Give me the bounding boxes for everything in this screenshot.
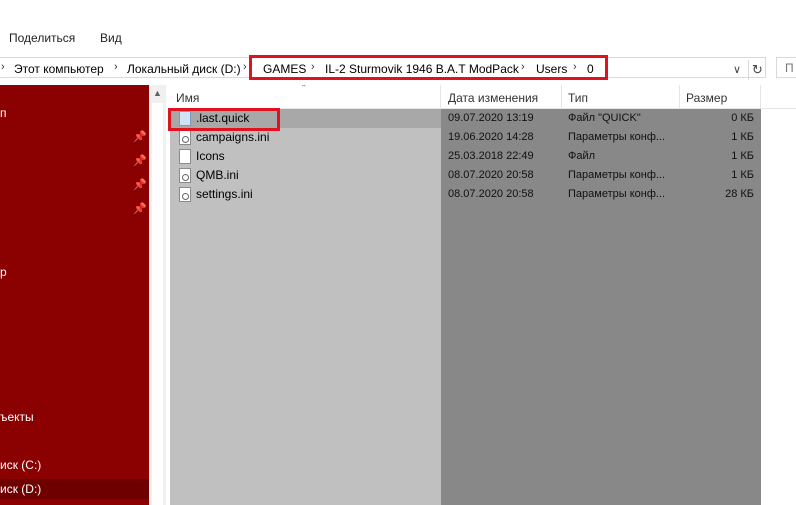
column-size[interactable]: Размер [680, 85, 761, 109]
file-date: 25.03.2018 22:49 [448, 150, 534, 162]
nav-item-3d-objects[interactable]: ъекты [0, 407, 34, 427]
file-date: 08.07.2020 20:58 [448, 188, 534, 200]
breadcrumb-this-pc[interactable]: Этот компьютер [14, 62, 104, 76]
table-row[interactable]: settings.ini 08.07.2020 20:58 Параметры … [170, 185, 796, 204]
file-size: 1 КБ [731, 131, 754, 143]
chevron-right-icon[interactable]: › [1, 61, 5, 73]
table-row[interactable]: QMB.ini 08.07.2020 20:58 Параметры конф.… [170, 166, 796, 185]
chevron-right-icon[interactable]: › [243, 61, 247, 73]
address-bar: › Этот компьютер › Локальный диск (D:) ›… [0, 55, 796, 80]
pin-icon: 📌 [133, 155, 147, 167]
refresh-icon[interactable]: ↻ [748, 60, 766, 80]
column-header: ⌃ Имя Дата изменения Тип Размер [170, 85, 796, 109]
file-list: ⌃ Имя Дата изменения Тип Размер .last.qu… [170, 85, 796, 505]
file-date: 08.07.2020 20:58 [448, 169, 534, 181]
table-row[interactable]: Icons 25.03.2018 22:49 Файл 1 КБ [170, 147, 796, 166]
file-type: Файл [568, 150, 596, 162]
nav-item-1[interactable]: п [0, 103, 7, 123]
column-date[interactable]: Дата изменения [442, 85, 562, 109]
file-size: 1 КБ [731, 169, 754, 181]
file-highlight-annotation [168, 108, 280, 131]
file-size: 1 КБ [731, 150, 754, 162]
path-highlight-annotation [249, 55, 608, 80]
file-icon [179, 149, 191, 164]
breadcrumb-local-disk[interactable]: Локальный диск (D:) [127, 62, 241, 76]
file-date: 09.07.2020 13:19 [448, 112, 534, 124]
view-tab[interactable]: Вид [100, 31, 122, 45]
file-type: Параметры конф... [568, 131, 666, 143]
nav-item-disk-c[interactable]: иск (C:) [0, 455, 41, 475]
scroll-up-icon[interactable]: ▲ [153, 88, 162, 98]
pin-icon: 📌 [133, 203, 147, 215]
file-name[interactable]: Icons [196, 147, 225, 166]
column-name[interactable]: Имя [170, 85, 441, 109]
scrollbar-thumb[interactable] [152, 103, 163, 505]
config-file-icon [179, 130, 191, 145]
search-input[interactable]: П [776, 57, 796, 78]
file-type: Параметры конф... [568, 169, 666, 181]
config-file-icon [179, 168, 191, 183]
config-file-icon [179, 187, 191, 202]
file-size: 0 КБ [731, 112, 754, 124]
file-type: Параметры конф... [568, 188, 666, 200]
file-name[interactable]: settings.ini [196, 185, 253, 204]
chevron-down-icon[interactable]: ∨ [733, 63, 741, 76]
nav-item-2[interactable]: р [0, 262, 7, 282]
file-name[interactable]: QMB.ini [196, 166, 239, 185]
nav-scrollbar[interactable]: ▲ [149, 85, 166, 505]
pin-icon: 📌 [133, 179, 147, 191]
file-date: 19.06.2020 14:28 [448, 131, 534, 143]
ribbon: Поделиться Вид [0, 0, 796, 54]
file-size: 28 КБ [725, 188, 754, 200]
nav-item-disk-d[interactable]: иск (D:) [0, 479, 149, 499]
navigation-pane: п 📌 📌 📌 📌 р ъекты иск (C:) иск (D:) [0, 85, 149, 505]
column-type[interactable]: Тип [562, 85, 680, 109]
file-type: Файл "QUICK" [568, 112, 641, 124]
share-tab[interactable]: Поделиться [9, 31, 75, 45]
chevron-right-icon[interactable]: › [114, 61, 118, 73]
pin-icon: 📌 [133, 131, 147, 143]
